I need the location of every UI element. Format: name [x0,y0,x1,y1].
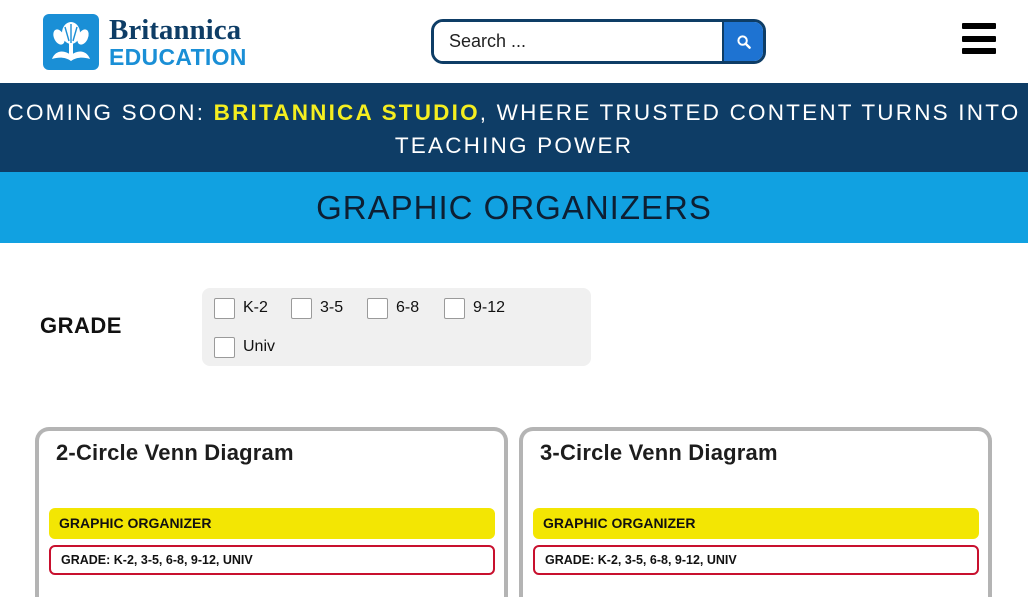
resource-card[interactable]: 3-Circle Venn Diagram GRAPHIC ORGANIZER … [519,427,992,597]
hamburger-icon[interactable] [962,23,996,54]
grade-filter-group: K-2 3-5 6-8 9-12 Univ [202,288,591,366]
grade-tag: GRADE: K-2, 3-5, 6-8, 9-12, UNIV [533,545,979,575]
resource-type-tag: GRAPHIC ORGANIZER [49,508,495,539]
thistle-logo-icon [43,14,99,70]
logo-text-top: Britannica [109,13,242,46]
checkbox[interactable] [214,336,235,358]
search-button[interactable] [722,22,763,61]
announcement-suffix: , WHERE TRUSTED CONTENT TURNS INTO TEACH… [394,100,1021,158]
announcement-banner[interactable]: COMING SOON: BRITANNICA STUDIO, WHERE TR… [0,83,1028,172]
grade-option-k-2[interactable]: K-2 [214,297,268,319]
checkbox[interactable] [367,297,388,319]
page-title: GRAPHIC ORGANIZERS [316,188,712,226]
grade-option-label: K-2 [243,299,268,316]
card-title[interactable]: 3-Circle Venn Diagram [540,440,778,466]
menu-bar [962,35,996,42]
search-icon [736,34,751,49]
checkbox[interactable] [291,297,312,319]
page-title-band: GRAPHIC ORGANIZERS [0,172,1028,243]
grade-filter-label: GRADE [40,313,122,338]
logo-text-bottom: EDUCATION [109,43,247,70]
grade-option-univ[interactable]: Univ [214,336,275,358]
grade-option-3-5[interactable]: 3-5 [291,297,343,319]
menu-bar [962,48,996,54]
search-input[interactable] [434,22,722,61]
menu-bar [962,23,996,29]
grade-option-label: 3-5 [320,299,344,316]
grade-tag: GRADE: K-2, 3-5, 6-8, 9-12, UNIV [49,545,495,575]
resource-type-tag: GRAPHIC ORGANIZER [533,508,979,539]
grade-option-label: Univ [243,338,276,355]
checkbox[interactable] [444,297,465,319]
site-header: Britannica EDUCATION [0,0,1028,83]
grade-option-6-8[interactable]: 6-8 [367,297,419,319]
announcement-prefix: COMING SOON: [7,100,214,125]
grade-option-9-12[interactable]: 9-12 [444,297,505,319]
britannica-education-logo[interactable]: Britannica EDUCATION [43,14,247,70]
grade-option-label: 9-12 [473,299,506,316]
search-bar [431,19,766,64]
logo-wordmark: Britannica EDUCATION [109,13,247,70]
card-title[interactable]: 2-Circle Venn Diagram [56,440,294,466]
announcement-highlight: BRITANNICA STUDIO [213,100,480,125]
checkbox[interactable] [214,297,235,319]
resource-card[interactable]: 2-Circle Venn Diagram GRAPHIC ORGANIZER … [35,427,508,597]
grade-option-label: 6-8 [396,299,420,316]
